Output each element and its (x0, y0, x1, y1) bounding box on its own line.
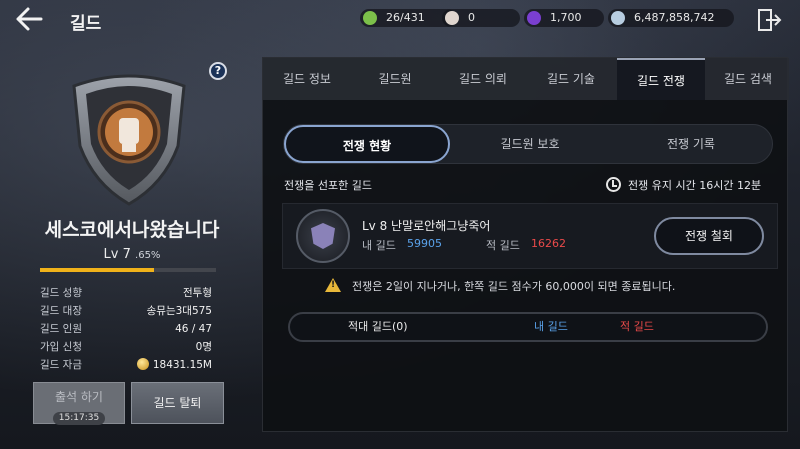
my-guild-score-label: 내 길드 (362, 239, 396, 252)
info-key: 가입 신청 (40, 341, 82, 353)
info-key: 길드 자금 (40, 359, 82, 371)
war-duration: 전쟁 유지 시간 16시간 12분 (628, 179, 762, 192)
tab-guild-war[interactable]: 길드 전쟁 (617, 58, 705, 100)
exit-door-icon[interactable] (756, 8, 782, 32)
withdraw-war-button[interactable]: 전쟁 철회 (654, 217, 764, 255)
silver-value: 6,487,858,742 (634, 11, 715, 24)
info-key: 길드 대장 (40, 305, 82, 317)
sub-tab-member-protection[interactable]: 길드원 보호 (450, 125, 610, 163)
declared-guild-label: 전쟁을 선포한 길드 (284, 179, 372, 192)
war-sub-tabs: 전쟁 현황 길드원 보호 전쟁 기록 (283, 124, 773, 164)
info-value: 0명 (195, 341, 212, 353)
guild-info-row: 길드 인원 46 / 47 (40, 320, 212, 338)
guild-token-icon (363, 11, 377, 25)
attend-button[interactable]: 출석 하기 15:17:35 (33, 382, 125, 425)
leave-guild-button[interactable]: 길드 탈퇴 (131, 382, 224, 424)
resource-pearl: 0 (442, 9, 520, 27)
purple-gem-icon (527, 11, 541, 25)
coin-icon (136, 358, 149, 370)
page-title: 길드 (70, 14, 102, 34)
info-value: 전투형 (183, 287, 212, 299)
back-arrow-icon[interactable] (14, 6, 44, 32)
warning-icon (325, 278, 341, 292)
guild-info-row: 길드 대장 송뮤는3대575 (40, 302, 212, 320)
clock-icon (606, 177, 621, 192)
enemy-guild-score-label: 적 길드 (486, 239, 520, 252)
my-guild-score: 59905 (407, 237, 442, 250)
attend-label: 출석 하기 (55, 390, 103, 404)
info-value: 송뮤는3대575 (146, 305, 212, 317)
enemy-guild-emblem-icon (296, 209, 350, 263)
guild-token-value: 26/431 (386, 11, 425, 24)
guild-exp-fill (40, 268, 155, 272)
guild-level: Lv 7 .65% (32, 247, 232, 262)
guild-name: 세스코에서나왔습니다 (44, 219, 220, 241)
enemy-guild-score: 16262 (531, 237, 566, 250)
guild-info-row: 길드 자금 18431.15M (40, 356, 212, 374)
sub-tab-war-status[interactable]: 전쟁 현황 (284, 125, 450, 163)
guild-tabs: 길드 정보 길드원 길드 의뢰 길드 기술 길드 전쟁 길드 검색 (263, 58, 789, 100)
resource-purple-gem: 1,700 (524, 9, 604, 27)
enemy-guild-name: Lv 8 난말로안해그냥죽어 (362, 219, 491, 233)
guild-exp-bar (40, 268, 216, 272)
tab-guild-skills[interactable]: 길드 기술 (527, 58, 615, 100)
help-icon[interactable]: ? (209, 62, 227, 80)
tab-guild-search[interactable]: 길드 검색 (707, 58, 789, 100)
pearl-icon (445, 11, 459, 25)
hostile-guild-column: 적대 길드(0) (348, 320, 408, 333)
info-value: 46 / 47 (175, 323, 212, 335)
purple-gem-value: 1,700 (550, 11, 582, 24)
top-bar: 길드 26/431 0 1,700 6,487,858,742 (0, 0, 800, 38)
resource-silver: 6,487,858,742 (608, 9, 734, 27)
tab-guild-quests[interactable]: 길드 의뢰 (439, 58, 527, 100)
my-guild-column: 내 길드 (534, 320, 568, 333)
guild-emblem-icon (64, 66, 194, 206)
info-key: 길드 인원 (40, 323, 82, 335)
enemy-guild-column: 적 길드 (620, 320, 654, 333)
info-key: 길드 성향 (40, 287, 82, 299)
war-notice: 전쟁은 2일이 지나거나, 한쪽 길드 점수가 60,000이 되면 종료됩니다… (352, 280, 676, 293)
sub-tab-war-history[interactable]: 전쟁 기록 (610, 125, 772, 163)
guild-info-row: 길드 성향 전투형 (40, 284, 212, 302)
info-value: 18431.15M (136, 356, 212, 374)
silver-coin-icon (611, 11, 625, 25)
tab-guild-members[interactable]: 길드원 (351, 58, 439, 100)
guild-exp-label: .65% (135, 250, 161, 261)
guild-funds-value: 18431.15M (152, 359, 212, 371)
pearl-value: 0 (468, 11, 475, 24)
guild-info-row: 가입 신청 0명 (40, 338, 212, 356)
guild-level-label: Lv 7 (103, 247, 131, 262)
guild-info-list: 길드 성향 전투형 길드 대장 송뮤는3대575 길드 인원 46 / 47 가입 신… (40, 284, 212, 374)
tab-guild-info[interactable]: 길드 정보 (263, 58, 351, 100)
attend-timer: 15:17:35 (52, 412, 106, 425)
